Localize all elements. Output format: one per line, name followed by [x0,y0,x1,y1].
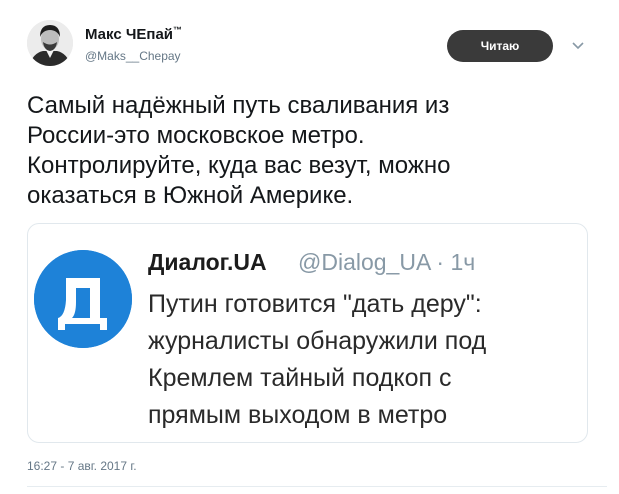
tweet-line: Контролируйте, куда вас везут, можно [27,152,451,179]
author-name[interactable]: Макс ЧЕпай™ [85,25,182,43]
author-handle[interactable]: @Maks__Chepay [85,49,181,63]
trademark-mark: ™ [173,25,183,35]
tweet-text: Самый надёжный путь сваливания из России… [27,91,597,211]
avatar-portrait-icon [27,20,73,66]
quoted-text: Путин готовится "дать деру": журналисты … [148,286,588,434]
tweet-timestamp[interactable]: 16:27 - 7 авг. 2017 г. [27,459,137,473]
quoted-line: журналисты обнаружили под [148,327,487,355]
quoted-meta: @Dialog_UA · 1ч [298,249,476,275]
chevron-down-icon[interactable] [569,36,587,54]
divider [27,486,607,487]
quoted-line: прямым выходом в метро [148,401,448,429]
avatar[interactable] [27,20,73,66]
tweet-line: России-это московское метро. [27,122,365,149]
dialog-ua-logo [34,250,132,348]
quoted-author-name[interactable]: Диалог.UA [148,249,267,276]
follow-button[interactable]: Читаю [447,30,553,62]
author-name-text[interactable]: Макс ЧЕпай [85,26,173,43]
dialog-ua-logo-icon [34,250,132,348]
quoted-line: Путин готовится "дать деру": [148,290,482,318]
quoted-tweet-card[interactable]: Диалог.UA @Dialog_UA · 1ч Путин готовитс… [27,223,588,443]
quoted-line: Кремлем тайный подкоп с [148,364,452,392]
tweet-line: Самый надёжный путь сваливания из [27,92,450,119]
tweet-line: оказаться в Южной Америке. [27,182,354,209]
